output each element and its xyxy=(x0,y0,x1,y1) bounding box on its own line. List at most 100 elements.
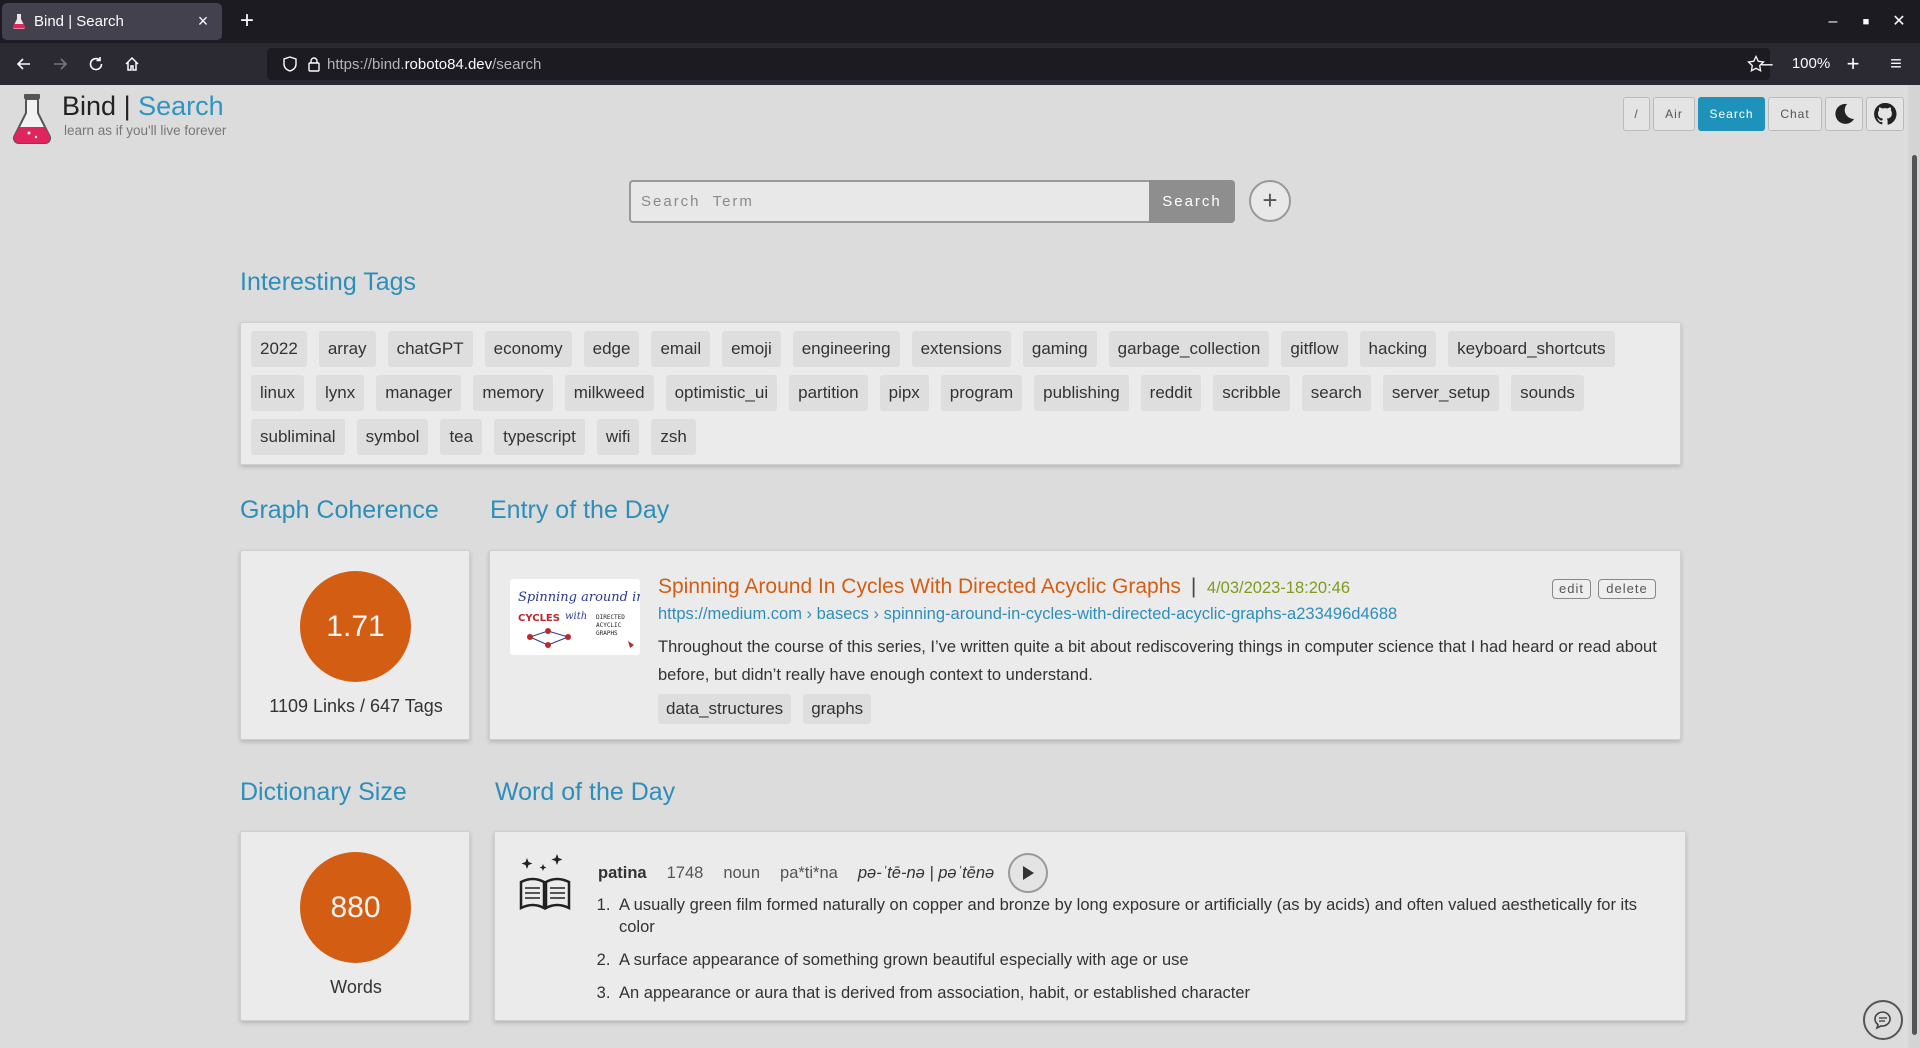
play-pronunciation-button[interactable] xyxy=(1008,853,1049,893)
svg-text:ACYCLIC: ACYCLIC xyxy=(596,622,622,629)
tag-chip[interactable]: optimistic_ui xyxy=(665,375,778,411)
search-input[interactable] xyxy=(629,180,1149,223)
page-scrollbar[interactable] xyxy=(1908,85,1920,1048)
moon-icon xyxy=(1835,103,1854,124)
zoom-in-icon[interactable]: + xyxy=(1838,49,1868,79)
tag-chip[interactable]: engineering xyxy=(792,331,900,367)
entry-description: Throughout the course of this series, I’… xyxy=(658,638,1657,684)
new-tab-icon[interactable]: + xyxy=(232,6,262,36)
flask-icon xyxy=(12,14,26,29)
url-bar[interactable]: https://bind.roboto84.dev/search xyxy=(267,48,1770,80)
word-syllables: pa*ti*na xyxy=(780,863,838,882)
tag-chip[interactable]: reddit xyxy=(1140,375,1202,411)
nav-search-button[interactable]: Search xyxy=(1698,97,1765,131)
tag-chip[interactable]: hacking xyxy=(1359,331,1437,367)
browser-tab[interactable]: Bind | Search × xyxy=(2,3,222,40)
tag-chip[interactable]: memory xyxy=(473,375,553,411)
lock-icon[interactable] xyxy=(305,55,323,73)
tag-chip[interactable]: keyboard_shortcuts xyxy=(1448,331,1615,367)
nav-root-button[interactable]: / xyxy=(1623,97,1650,131)
tag-chip[interactable]: 2022 xyxy=(251,331,307,367)
tag-chip[interactable]: typescript xyxy=(494,419,585,455)
scrollbar-thumb[interactable] xyxy=(1912,155,1917,1035)
page-content: Bind | Search learn as if you'll live fo… xyxy=(0,85,1920,1048)
word-phonetic: pə-ˈtē-nə | pəˈtēnə xyxy=(857,863,995,882)
brand-title: Bind | Search xyxy=(62,91,224,121)
url-text[interactable]: https://bind.roboto84.dev/search xyxy=(327,56,541,73)
coherence-caption: 1109 Links / 647 Tags xyxy=(269,696,443,716)
nav-chat-button[interactable]: Chat xyxy=(1768,97,1822,131)
tag-chip[interactable]: search xyxy=(1301,375,1371,411)
entry-tag[interactable]: data_structures xyxy=(658,694,792,724)
svg-text:Spinning around in: Spinning around in xyxy=(518,590,640,605)
tag-chip[interactable]: lynx xyxy=(315,375,365,411)
shield-icon[interactable] xyxy=(281,55,299,73)
minimize-icon[interactable]: – xyxy=(1816,8,1850,36)
tag-chip[interactable]: wifi xyxy=(596,419,640,455)
entry-url-link[interactable]: https://medium.com › basecs › spinning-a… xyxy=(658,605,1397,624)
definition-item: An appearance or aura that is derived fr… xyxy=(615,982,1655,1004)
coherence-title: Graph Coherence xyxy=(240,496,439,524)
entry-tag[interactable]: graphs xyxy=(803,694,872,724)
tag-chip[interactable]: sounds xyxy=(1511,375,1584,411)
back-icon[interactable] xyxy=(8,49,40,79)
tag-chip[interactable]: zsh xyxy=(651,419,696,455)
tag-chip[interactable]: subliminal xyxy=(251,419,345,455)
nav-air-button[interactable]: Air xyxy=(1653,97,1695,131)
tag-chip[interactable]: program xyxy=(940,375,1023,411)
tag-chip[interactable]: garbage_collection xyxy=(1108,331,1270,367)
top-nav: / Air Search Chat xyxy=(1623,97,1904,131)
zoom-out-icon[interactable]: – xyxy=(1752,49,1782,79)
tag-chip[interactable]: gaming xyxy=(1022,331,1097,367)
tag-chip[interactable]: scribble xyxy=(1213,375,1290,411)
tag-chip[interactable]: manager xyxy=(376,375,462,411)
entry-separator: | xyxy=(1190,575,1197,598)
reload-icon[interactable] xyxy=(80,49,112,79)
open-book-icon xyxy=(519,854,571,911)
tag-chip[interactable]: symbol xyxy=(356,419,429,455)
close-tab-icon[interactable]: × xyxy=(194,11,212,32)
tag-chip[interactable]: gitflow xyxy=(1281,331,1348,367)
maximize-icon[interactable]: ■ xyxy=(1849,8,1883,36)
menu-icon[interactable]: ≡ xyxy=(1880,49,1912,79)
tag-chip[interactable]: array xyxy=(318,331,376,367)
tag-chip[interactable]: publishing xyxy=(1034,375,1129,411)
search-button[interactable]: Search xyxy=(1149,180,1235,223)
entry-thumbnail[interactable]: Spinning around in CYCLES with DIRECTED … xyxy=(510,579,645,655)
forward-icon[interactable] xyxy=(44,49,76,79)
tag-chip[interactable]: extensions xyxy=(911,331,1011,367)
tag-chip[interactable]: tea xyxy=(440,419,483,455)
word-header: patina 1748 noun pa*ti*na pə-ˈtē-nə | pə… xyxy=(598,852,1049,894)
tag-chip[interactable]: linux xyxy=(251,375,304,411)
zoom-level[interactable]: 100% xyxy=(1786,49,1836,79)
entry-date: 4/03/2023-18:20:46 xyxy=(1206,579,1351,597)
edit-button[interactable]: edit xyxy=(1552,579,1591,599)
tag-chip[interactable]: email xyxy=(651,331,711,367)
add-entry-button[interactable]: + xyxy=(1249,180,1291,222)
close-window-icon[interactable]: ✕ xyxy=(1882,8,1916,36)
search-form: Search xyxy=(629,180,1235,223)
tag-chip[interactable]: partition xyxy=(789,375,868,411)
dark-mode-toggle[interactable] xyxy=(1825,97,1863,131)
tag-chip[interactable]: server_setup xyxy=(1382,375,1500,411)
tag-chip[interactable]: economy xyxy=(484,331,572,367)
tag-chip[interactable]: milkweed xyxy=(564,375,654,411)
chat-bubble-button[interactable] xyxy=(1863,1000,1903,1040)
entry-title-link[interactable]: Spinning Around In Cycles With Directed … xyxy=(658,575,1181,599)
tag-row: linux lynx manager memory milkweed optimistic… xyxy=(251,375,1680,411)
dictionary-caption: Words xyxy=(330,977,382,997)
home-icon[interactable] xyxy=(116,49,148,79)
github-link[interactable] xyxy=(1866,97,1904,131)
tab-title: Bind | Search xyxy=(34,13,124,30)
browser-tabbar: Bind | Search × + – ■ ✕ xyxy=(0,0,1920,43)
coherence-value: 1.71 xyxy=(300,571,411,682)
browser-navbar: https://bind.roboto84.dev/search – 100% … xyxy=(0,43,1920,85)
tag-chip[interactable]: edge xyxy=(583,331,640,367)
entry-section-title: Entry of the Day xyxy=(490,496,670,524)
dictionary-value: 880 xyxy=(300,852,411,963)
tag-chip[interactable]: pipx xyxy=(879,375,929,411)
tag-chip[interactable]: chatGPT xyxy=(387,331,473,367)
tag-chip[interactable]: emoji xyxy=(722,331,781,367)
delete-button[interactable]: delete xyxy=(1598,579,1656,599)
definition-item: A usually green film formed naturally on… xyxy=(615,894,1655,938)
